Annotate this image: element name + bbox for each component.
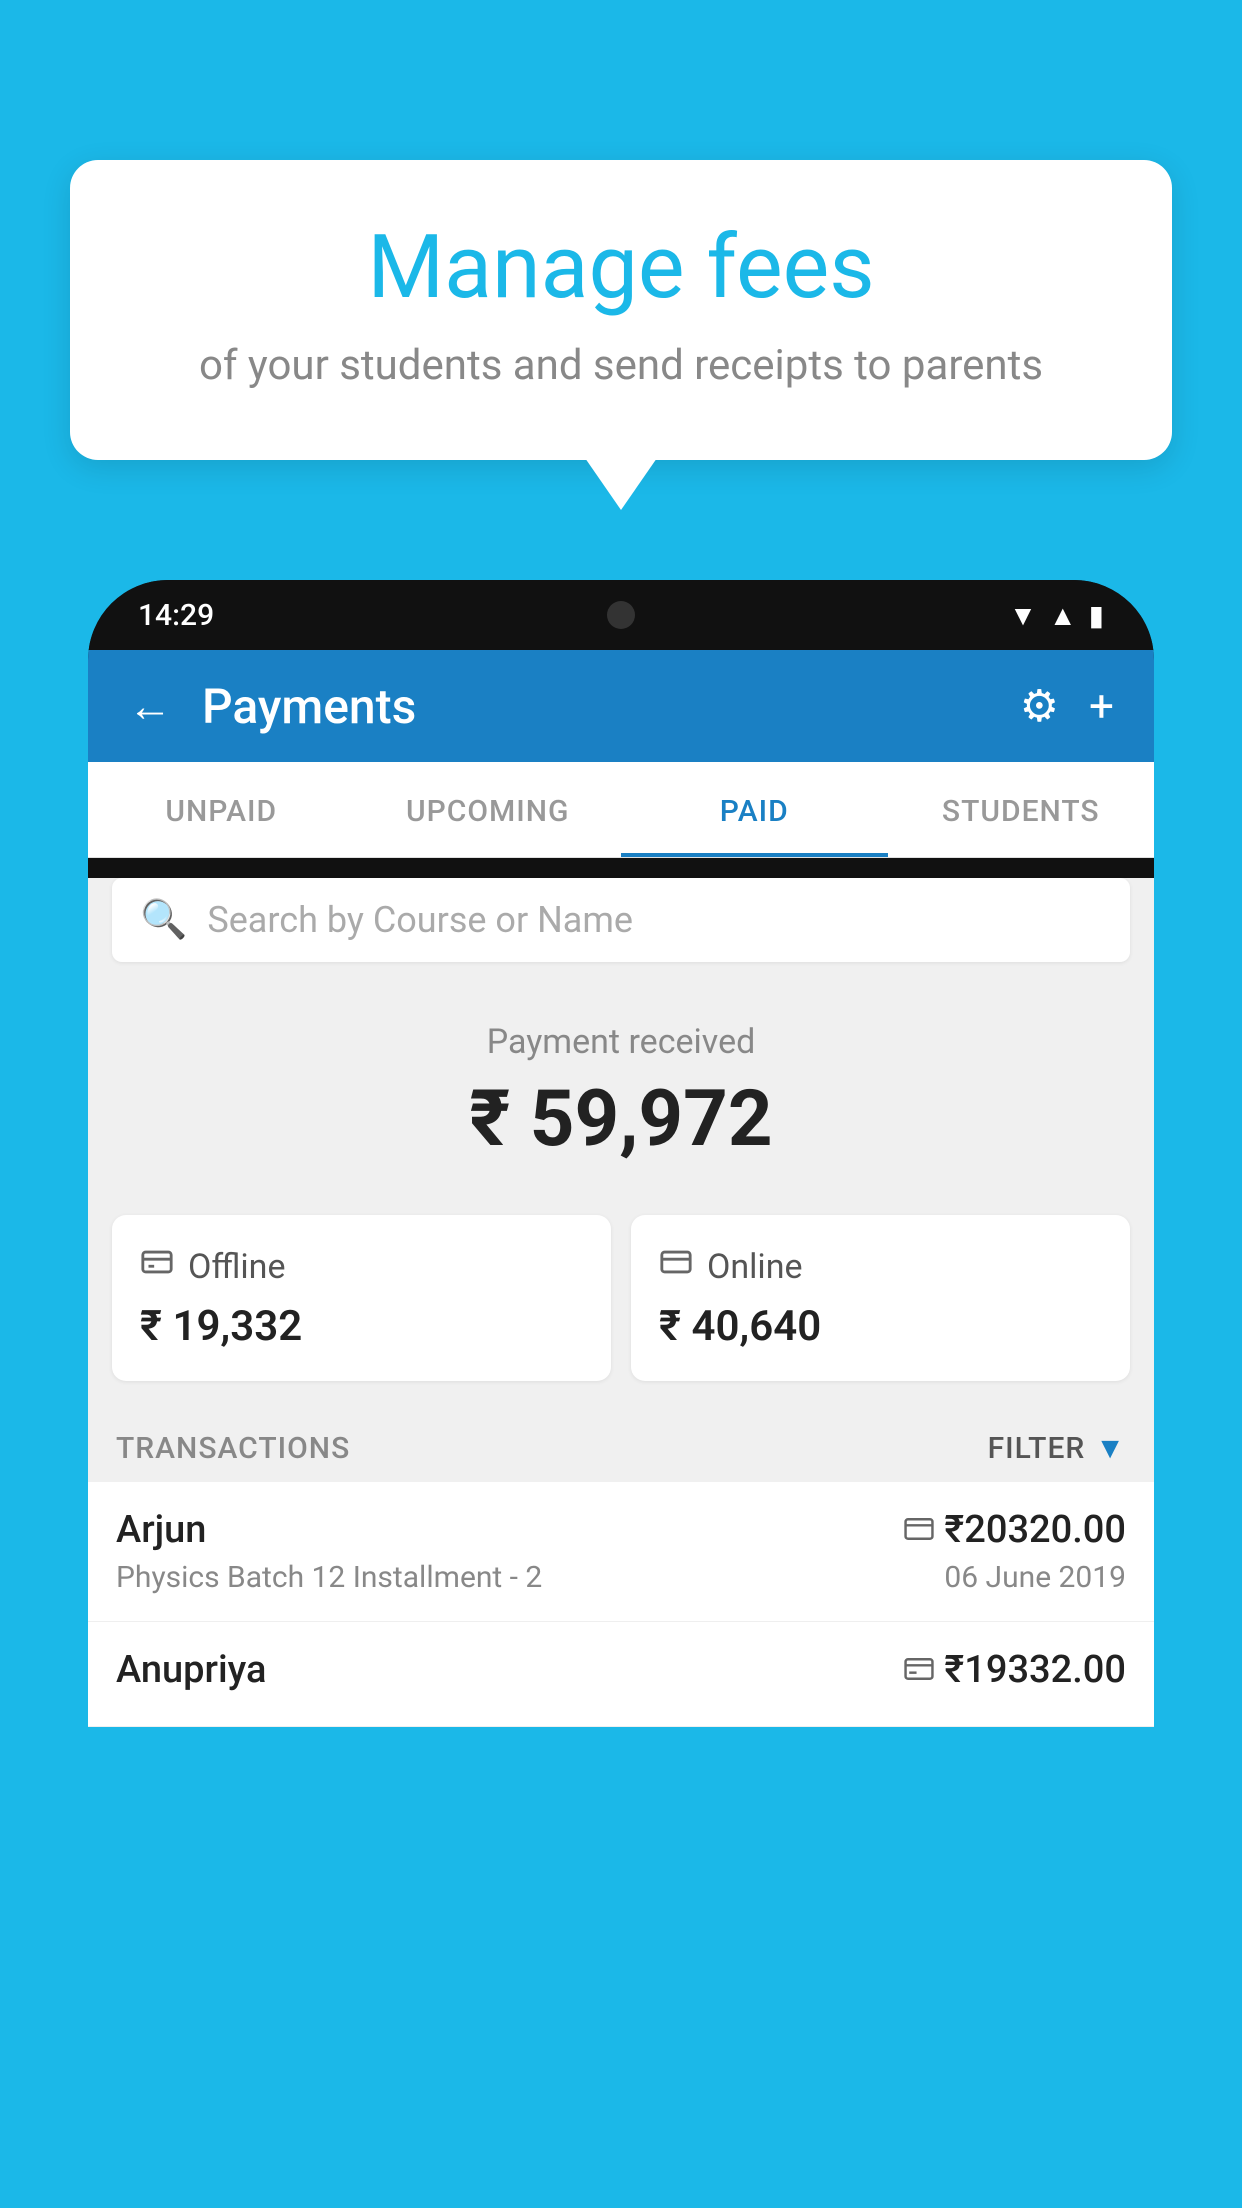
signal-icon: ▲ bbox=[1049, 599, 1077, 632]
settings-icon[interactable]: ⚙ bbox=[1020, 680, 1059, 732]
txn-name: Anupriya bbox=[116, 1648, 266, 1692]
offline-card-header: Offline bbox=[140, 1245, 583, 1288]
txn-online-icon bbox=[904, 1514, 934, 1547]
txn-amount: ₹19332.00 bbox=[944, 1648, 1126, 1692]
tabs-bar: UNPAID UPCOMING PAID STUDENTS bbox=[88, 762, 1154, 858]
txn-bottom: Physics Batch 12 Installment - 2 06 June… bbox=[116, 1560, 1126, 1595]
camera-notch bbox=[607, 601, 635, 629]
search-placeholder: Search by Course or Name bbox=[207, 899, 633, 941]
tab-paid[interactable]: PAID bbox=[621, 762, 888, 857]
txn-amount-wrap: ₹19332.00 bbox=[904, 1648, 1126, 1692]
txn-date: 06 June 2019 bbox=[944, 1560, 1126, 1595]
wifi-icon: ▼ bbox=[1009, 599, 1037, 632]
txn-top: Arjun ₹20320.00 bbox=[116, 1508, 1126, 1552]
online-card: Online ₹ 40,640 bbox=[631, 1215, 1130, 1381]
search-bar[interactable]: 🔍 Search by Course or Name bbox=[112, 878, 1130, 962]
filter-label: FILTER bbox=[988, 1431, 1086, 1466]
online-label: Online bbox=[707, 1247, 803, 1287]
online-card-header: Online bbox=[659, 1245, 1102, 1288]
tab-students[interactable]: STUDENTS bbox=[888, 762, 1155, 857]
filter-button[interactable]: FILTER ▼ bbox=[988, 1431, 1126, 1466]
txn-course: Physics Batch 12 Installment - 2 bbox=[116, 1560, 542, 1595]
tab-unpaid[interactable]: UNPAID bbox=[88, 762, 355, 857]
header-actions: ⚙ + bbox=[1020, 680, 1114, 732]
payment-received-label: Payment received bbox=[88, 1022, 1154, 1062]
status-time: 14:29 bbox=[138, 598, 214, 633]
payment-received-section: Payment received ₹ 59,972 bbox=[88, 982, 1154, 1195]
filter-icon: ▼ bbox=[1095, 1431, 1126, 1466]
payment-received-amount: ₹ 59,972 bbox=[88, 1074, 1154, 1165]
offline-amount: ₹ 19,332 bbox=[140, 1302, 583, 1351]
payment-cards: Offline ₹ 19,332 Online ₹ 4 bbox=[88, 1195, 1154, 1411]
txn-top: Anupriya ₹19332.00 bbox=[116, 1648, 1126, 1692]
status-icons: ▼ ▲ ▮ bbox=[1009, 599, 1104, 632]
txn-offline-icon bbox=[904, 1654, 934, 1687]
app-header: ← Payments ⚙ + bbox=[88, 650, 1154, 762]
app-content: 🔍 Search by Course or Name Payment recei… bbox=[88, 878, 1154, 1727]
tab-upcoming[interactable]: UPCOMING bbox=[355, 762, 622, 857]
offline-label: Offline bbox=[188, 1247, 285, 1287]
battery-icon: ▮ bbox=[1089, 599, 1104, 632]
offline-card: Offline ₹ 19,332 bbox=[112, 1215, 611, 1381]
bubble-title: Manage fees bbox=[120, 220, 1122, 317]
search-icon: 🔍 bbox=[140, 898, 187, 942]
txn-name: Arjun bbox=[116, 1508, 206, 1552]
speech-bubble: Manage fees of your students and send re… bbox=[70, 160, 1172, 460]
page-title: Payments bbox=[202, 678, 1020, 735]
phone-wrapper: 14:29 ▼ ▲ ▮ ← Payments ⚙ + UNPAID UPCOMI… bbox=[88, 580, 1154, 2208]
back-button[interactable]: ← bbox=[128, 680, 172, 732]
transactions-label: TRANSACTIONS bbox=[116, 1431, 350, 1466]
offline-payment-icon bbox=[140, 1245, 174, 1288]
bubble-subtitle: of your students and send receipts to pa… bbox=[120, 341, 1122, 390]
add-icon[interactable]: + bbox=[1089, 680, 1114, 732]
phone-frame: 14:29 ▼ ▲ ▮ ← Payments ⚙ + UNPAID UPCOMI… bbox=[88, 580, 1154, 1727]
status-bar: 14:29 ▼ ▲ ▮ bbox=[88, 580, 1154, 650]
transaction-row[interactable]: Anupriya ₹19332.00 bbox=[88, 1622, 1154, 1727]
transaction-row[interactable]: Arjun ₹20320.00 Physics Batch 12 Install… bbox=[88, 1482, 1154, 1622]
transactions-header: TRANSACTIONS FILTER ▼ bbox=[88, 1411, 1154, 1482]
txn-amount-wrap: ₹20320.00 bbox=[904, 1508, 1126, 1552]
txn-amount: ₹20320.00 bbox=[944, 1508, 1126, 1552]
online-payment-icon bbox=[659, 1245, 693, 1288]
online-amount: ₹ 40,640 bbox=[659, 1302, 1102, 1351]
